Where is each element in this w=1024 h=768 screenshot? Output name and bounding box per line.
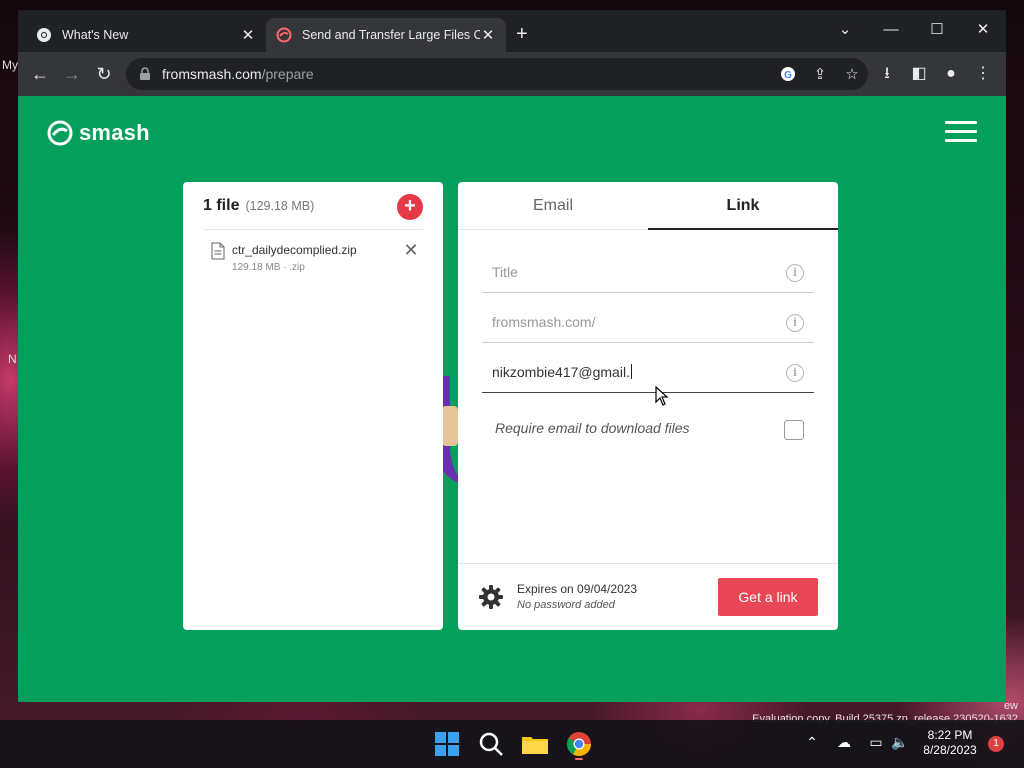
smash-logo-icon [47, 120, 73, 146]
volume-icon[interactable]: 🔈 [890, 734, 910, 751]
title-placeholder: Title [492, 264, 518, 280]
smash-page: smash 1 file (129.18 MB) + ctr_dailydeco… [18, 96, 1006, 702]
url-path: /prepare [261, 66, 314, 82]
close-window-icon[interactable]: ✕ [960, 16, 1006, 44]
file-name: ctr_dailydecomplied.zip [232, 243, 357, 257]
file-item: ctr_dailydecomplied.zip 129.18 MB · .zip… [211, 240, 423, 280]
password-status: No password added [517, 599, 615, 611]
get-link-button[interactable]: Get a link [718, 578, 818, 616]
files-header: 1 file (129.18 MB) [203, 182, 423, 230]
brand-name: smash [79, 120, 150, 145]
add-files-button[interactable]: + [397, 194, 423, 220]
menu-dots-icon[interactable]: ⋮ [972, 63, 994, 85]
url-placeholder: fromsmash.com/ [492, 314, 596, 330]
profile-icon[interactable]: ● [940, 63, 962, 85]
tab-whats-new[interactable]: What's New ✕ [26, 18, 266, 52]
email-input[interactable]: nikzombie417@gmail. i [482, 349, 814, 393]
tab-strip: What's New ✕ Send and Transfer Large Fil… [18, 10, 1006, 52]
reload-icon[interactable]: ↻ [93, 63, 115, 85]
clock-time: 8:22 PM [927, 728, 973, 742]
download-icon[interactable]: ⭳ [876, 63, 898, 85]
new-tab-icon[interactable]: + [516, 24, 528, 44]
browser-window: What's New ✕ Send and Transfer Large Fil… [18, 10, 1006, 702]
start-icon[interactable] [431, 728, 463, 760]
title-input[interactable]: Title i [482, 249, 814, 293]
email-value: nikzombie417@gmail. [492, 364, 630, 380]
custom-url-input[interactable]: fromsmash.com/ i [482, 299, 814, 343]
files-panel: 1 file (129.18 MB) + ctr_dailydecomplied… [183, 182, 443, 630]
share-panel: Email Link Title i fromsmash.com/ i nikz… [458, 182, 838, 630]
remove-file-icon[interactable]: ✕ [401, 240, 421, 260]
file-icon [211, 242, 225, 260]
back-icon[interactable]: ← [29, 63, 51, 85]
require-email-label: Require email to download files [495, 420, 690, 436]
desktop-label: My [2, 58, 18, 72]
file-explorer-icon[interactable] [519, 728, 551, 760]
onedrive-icon[interactable]: ☁ [834, 734, 854, 751]
file-count: 1 file [203, 196, 240, 214]
hamburger-menu-icon[interactable] [945, 121, 977, 143]
lock-icon [140, 67, 150, 80]
side-panel-icon[interactable]: ◧ [908, 63, 930, 85]
minimize-icon[interactable]: — [868, 16, 914, 44]
text-caret [630, 364, 632, 379]
chrome-taskbar-icon[interactable] [563, 728, 595, 760]
decorative-shape [442, 406, 458, 446]
info-icon[interactable]: i [786, 264, 804, 282]
info-icon[interactable]: i [786, 364, 804, 382]
tab-title: What's New [62, 28, 129, 42]
google-icon[interactable]: G [772, 66, 804, 82]
tab-title: Send and Transfer Large Files Online [302, 28, 480, 42]
bookmark-star-icon[interactable]: ☆ [836, 65, 868, 83]
gear-icon[interactable] [478, 584, 504, 610]
close-tab-icon[interactable]: ✕ [240, 26, 256, 44]
clock-date: 8/28/2023 [923, 743, 977, 757]
file-meta: 129.18 MB · .zip [232, 262, 305, 273]
browser-toolbar: ← → ↻ fromsmash.com/prepare G ⇪ ☆ ⭳ ◧ ● … [18, 52, 1006, 96]
share-icon[interactable]: ⇪ [804, 65, 836, 83]
tab-link[interactable]: Link [648, 182, 838, 230]
require-email-checkbox[interactable] [784, 420, 804, 440]
close-tab-icon[interactable]: ✕ [480, 26, 496, 44]
network-icon[interactable]: ▭ [866, 734, 886, 751]
tab-email[interactable]: Email [458, 182, 648, 230]
notification-badge[interactable]: 1 [988, 736, 1004, 752]
smash-icon [276, 27, 292, 43]
omnibox-icons: G ⇪ ☆ [772, 58, 868, 90]
tab-search-icon[interactable]: ⌄ [822, 16, 868, 44]
email-value-wrap: nikzombie417@gmail. [492, 364, 632, 380]
tray-chevron-icon[interactable]: ⌃ [802, 734, 822, 751]
chrome-icon [37, 28, 51, 42]
forward-icon[interactable]: → [61, 63, 83, 85]
smash-logo[interactable]: smash [47, 120, 150, 146]
mouse-cursor-icon [655, 386, 669, 406]
url-host: fromsmash.com [162, 66, 262, 82]
expires-label: Expires on 09/04/2023 [517, 582, 638, 596]
share-footer: Expires on 09/04/2023 No password added … [458, 563, 838, 630]
taskbar: ⌃ ☁ ▭ 🔈 8:22 PM 8/28/2023 1 [0, 720, 1024, 768]
address-bar[interactable]: fromsmash.com/prepare G ⇪ ☆ [126, 58, 868, 90]
search-icon[interactable] [475, 728, 507, 760]
svg-text:G: G [784, 70, 792, 81]
maximize-icon[interactable]: ☐ [914, 16, 960, 44]
total-size: (129.18 MB) [245, 198, 315, 213]
share-tabs: Email Link [458, 182, 838, 230]
tab-smash[interactable]: Send and Transfer Large Files Online ✕ [266, 18, 506, 52]
clock[interactable]: 8:22 PM 8/28/2023 [918, 728, 982, 758]
desktop-label: N [8, 352, 17, 366]
info-icon[interactable]: i [786, 314, 804, 332]
